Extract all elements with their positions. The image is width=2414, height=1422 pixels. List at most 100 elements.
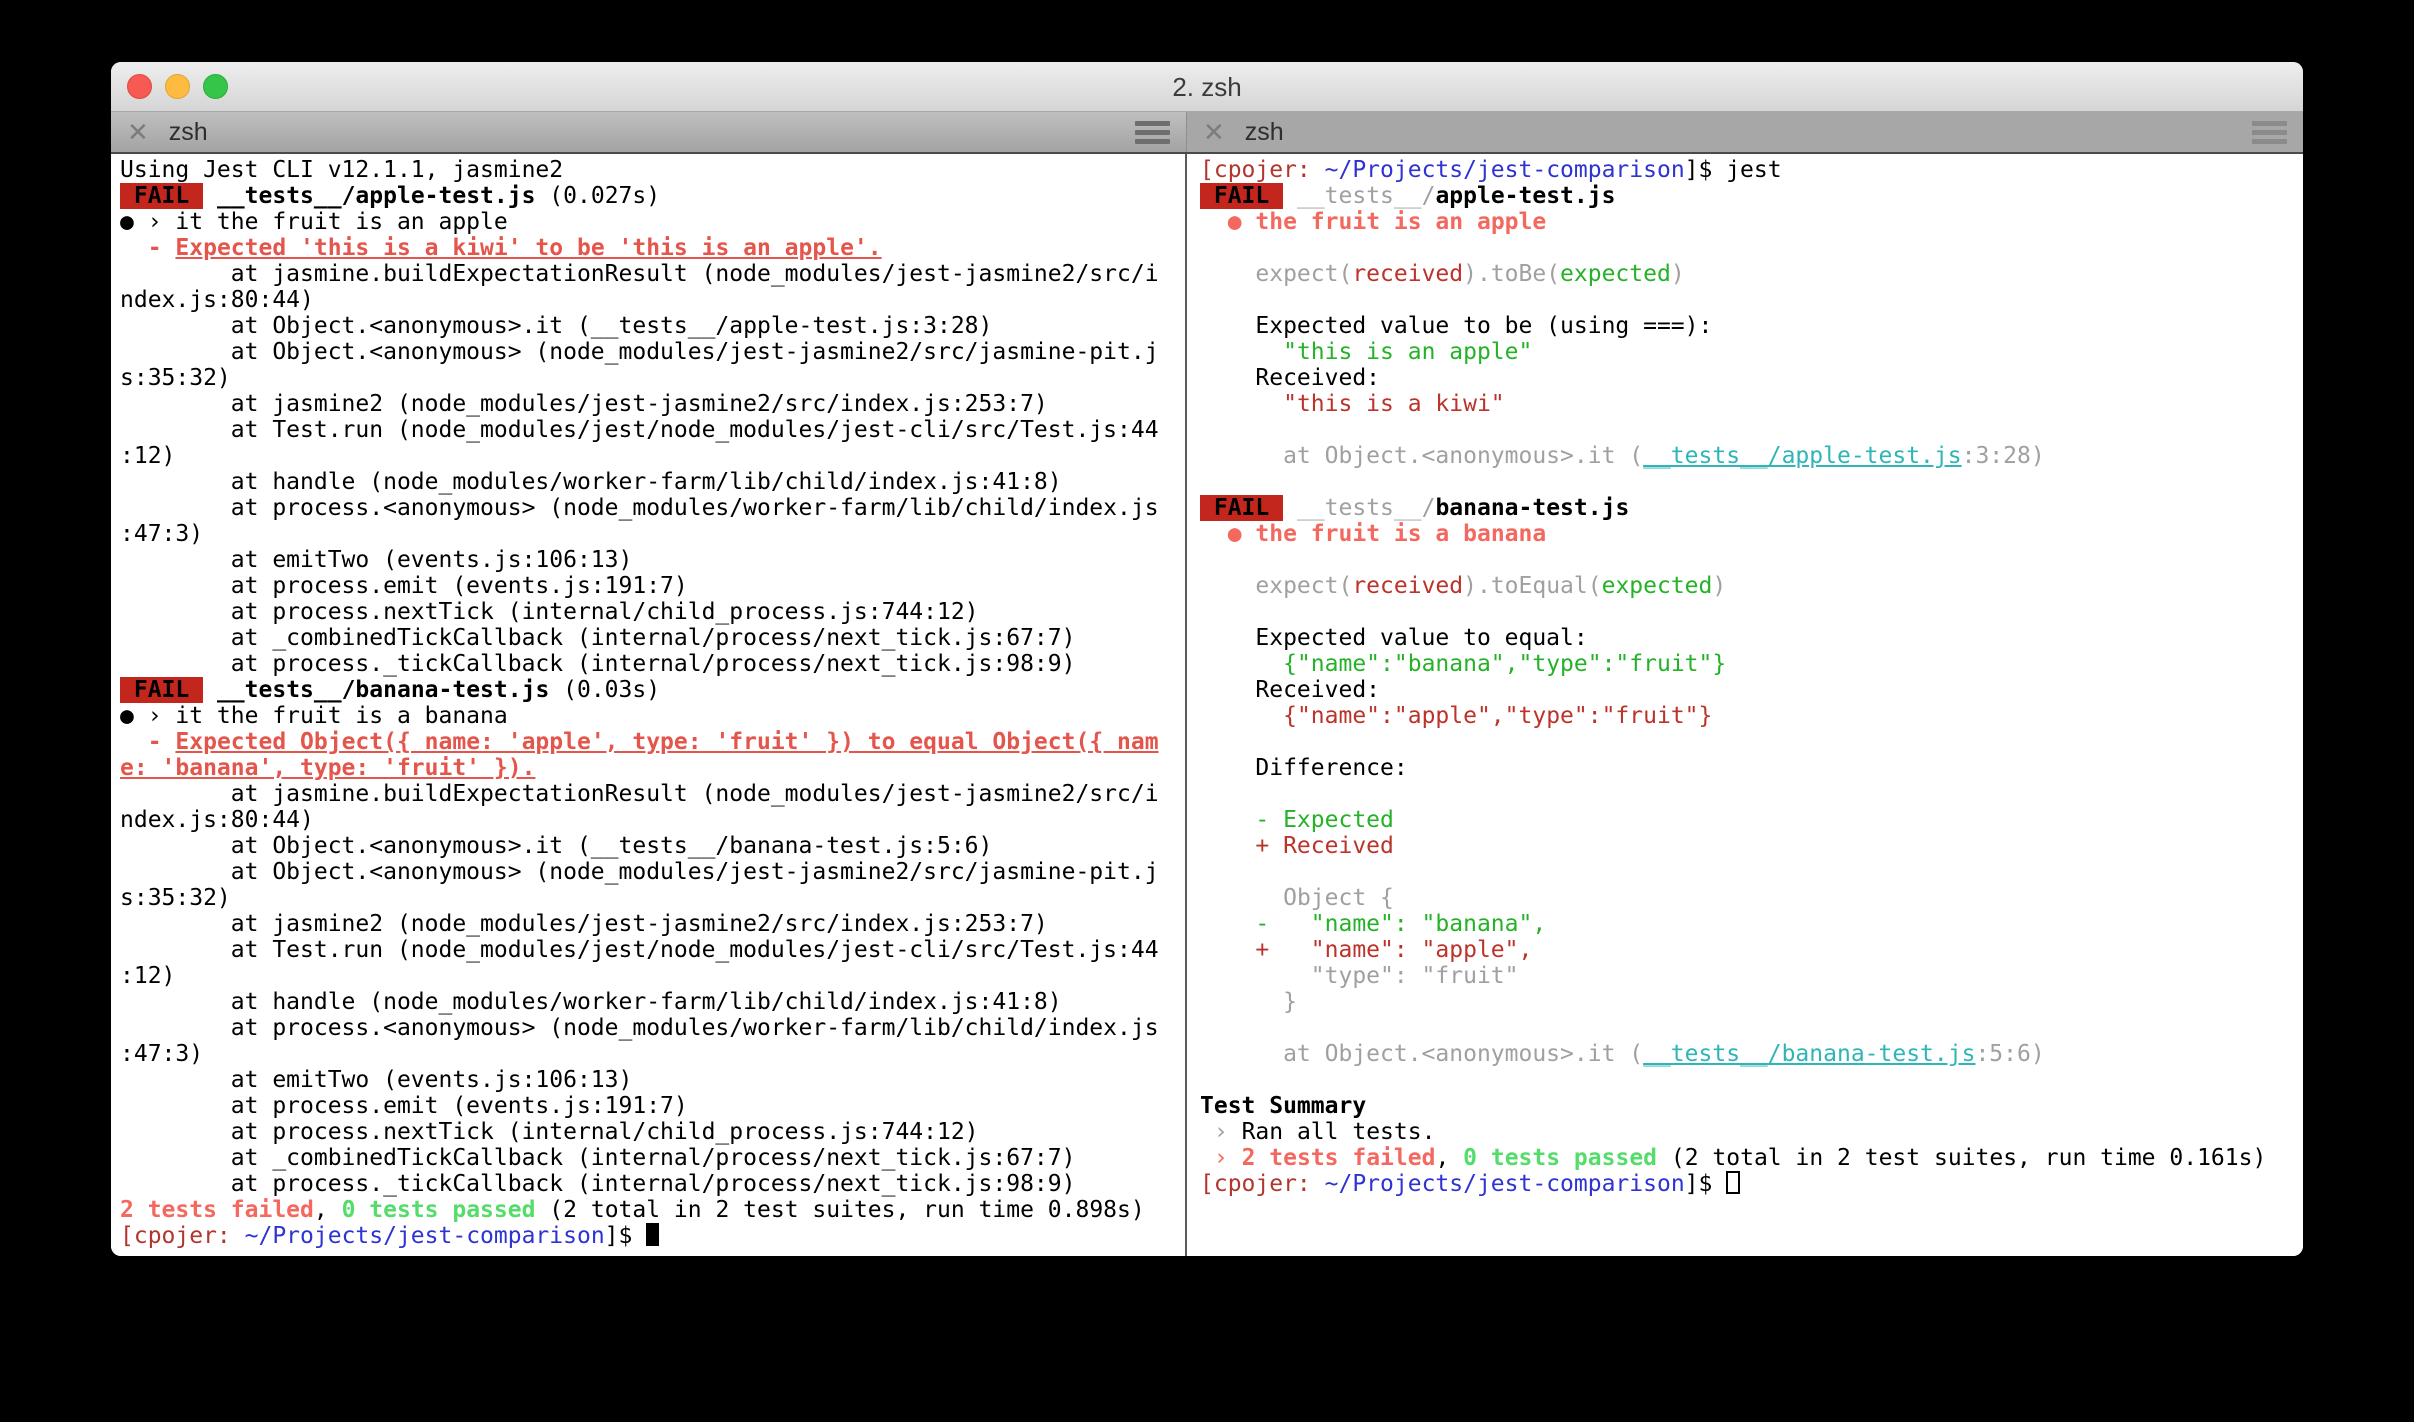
- terminal-line: at emitTwo (events.js:106:13): [120, 547, 633, 573]
- terminal-line: Received:: [1200, 677, 1381, 703]
- terminal-line: - Expected: [1255, 807, 1394, 833]
- terminal-line: {"name":"banana","type":"fruit"}: [1283, 651, 1727, 677]
- terminal-line: at jasmine2 (node_modules/jest-jasmine2/…: [120, 391, 1048, 417]
- terminal-line: at process.emit (events.js:191:7): [120, 1093, 688, 1119]
- terminal-line: FAIL __tests__/banana-test.js (0.03s): [120, 677, 661, 703]
- terminal-line: [cpojer: ~/Projects/jest-comparison]$: [120, 1223, 1185, 1249]
- terminal-line: ● › it the fruit is an apple: [120, 209, 508, 235]
- window-title: 2. zsh: [1172, 72, 1242, 102]
- terminal-line: "this is an apple": [1283, 339, 1533, 365]
- terminal-line: at _combinedTickCallback (internal/proce…: [120, 625, 1076, 651]
- terminal-line: :47:3): [120, 521, 204, 547]
- terminal-line: at Object.<anonymous>.it (__tests__/appl…: [1200, 443, 2045, 469]
- terminal-line: - Expected 'this is a kiwi' to be 'this …: [147, 235, 882, 261]
- terminal-line: FAIL __tests__/apple-test.js (0.027s): [120, 183, 661, 209]
- terminal-line: at handle (node_modules/worker-farm/lib/…: [120, 989, 1062, 1015]
- text-cursor: [646, 1223, 660, 1246]
- menu-icon[interactable]: [1135, 120, 1170, 144]
- terminal-line: e: 'banana', type: 'fruit' }).: [120, 755, 536, 781]
- terminal-line: :12): [120, 443, 176, 469]
- tab-left-zsh[interactable]: ✕ zsh: [111, 112, 1187, 152]
- terminal-line: Test Summary: [1200, 1093, 1367, 1119]
- desktop: { "window": { "title": "2. zsh" }, "tabs…: [0, 0, 2414, 1422]
- terminal-line: "this is a kiwi": [1283, 391, 1505, 417]
- terminal-line: › Ran all tests.: [1213, 1119, 1436, 1145]
- terminal-line: at process.<anonymous> (node_modules/wor…: [120, 495, 1159, 521]
- titlebar[interactable]: 2. zsh: [111, 62, 2303, 112]
- tab-bar: ✕ zsh ✕ zsh: [111, 112, 2303, 154]
- terminal-line: Object {: [1283, 885, 1394, 911]
- tab-right-zsh[interactable]: ✕ zsh: [1187, 112, 2303, 152]
- terminal-line: s:35:32): [120, 365, 231, 391]
- terminal-line: {"name":"apple","type":"fruit"}: [1283, 703, 1713, 729]
- close-tab-icon[interactable]: ✕: [127, 119, 149, 145]
- terminal-line: Expected value to be (using ===):: [1200, 313, 1713, 339]
- terminal-line: [cpojer: ~/Projects/jest-comparison]$ je…: [1200, 157, 1782, 183]
- terminal-line: Received:: [1200, 365, 1381, 391]
- terminal-line: ● › it the fruit is a banana: [120, 703, 508, 729]
- terminal-line: 2 tests failed, 0 tests passed (2 total …: [120, 1197, 1145, 1223]
- terminal-line: expect(received).toBe(expected): [1255, 261, 1685, 287]
- terminal-content: Using Jest CLI v12.1.1, jasmine2 FAIL __…: [111, 154, 2303, 1256]
- terminal-line: - "name": "banana",: [1255, 911, 1547, 937]
- tab-label: zsh: [1244, 117, 1284, 146]
- menu-icon[interactable]: [2252, 120, 2287, 144]
- terminal-line: at Object.<anonymous>.it (__tests__/appl…: [120, 313, 993, 339]
- left-terminal[interactable]: Using Jest CLI v12.1.1, jasmine2 FAIL __…: [111, 154, 1187, 1256]
- terminal-line: ● the fruit is an apple: [1227, 209, 1547, 235]
- right-terminal[interactable]: [cpojer: ~/Projects/jest-comparison]$ je…: [1187, 154, 2303, 1256]
- terminal-line: at Object.<anonymous> (node_modules/jest…: [120, 859, 1159, 885]
- terminal-line: at Object.<anonymous>.it (__tests__/bana…: [120, 833, 993, 859]
- terminal-line: FAIL __tests__/apple-test.js: [1200, 183, 1616, 209]
- terminal-line: at process.emit (events.js:191:7): [120, 573, 688, 599]
- terminal-line: at Test.run (node_modules/jest/node_modu…: [120, 417, 1159, 443]
- terminal-line: at process._tickCallback (internal/proce…: [120, 651, 1076, 677]
- terminal-line: at _combinedTickCallback (internal/proce…: [120, 1145, 1076, 1171]
- terminal-line: at emitTwo (events.js:106:13): [120, 1067, 633, 1093]
- terminal-window: 2. zsh ✕ zsh ✕ zsh Using Jest CLI v12.1.…: [111, 62, 2303, 1256]
- terminal-line: + "name": "apple",: [1255, 937, 1533, 963]
- terminal-line: Expected value to equal:: [1200, 625, 1588, 651]
- tab-label: zsh: [168, 117, 208, 146]
- terminal-line: at handle (node_modules/worker-farm/lib/…: [120, 469, 1062, 495]
- text-cursor: [1726, 1171, 1741, 1194]
- terminal-line: + Received: [1255, 833, 1394, 859]
- terminal-line: }: [1200, 989, 1297, 1015]
- terminal-line: at process._tickCallback (internal/proce…: [120, 1171, 1076, 1197]
- terminal-line: at jasmine2 (node_modules/jest-jasmine2/…: [120, 911, 1048, 937]
- terminal-line: expect(received).toEqual(expected): [1255, 573, 1727, 599]
- terminal-line: FAIL __tests__/banana-test.js: [1200, 495, 1630, 521]
- terminal-line: at jasmine.buildExpectationResult (node_…: [120, 261, 1159, 287]
- terminal-line: at jasmine.buildExpectationResult (node_…: [120, 781, 1159, 807]
- terminal-line: :47:3): [120, 1041, 204, 1067]
- terminal-line: at Test.run (node_modules/jest/node_modu…: [120, 937, 1159, 963]
- terminal-line: at Object.<anonymous>.it (__tests__/bana…: [1200, 1041, 2045, 1067]
- terminal-line: at process.nextTick (internal/child_proc…: [120, 1119, 979, 1145]
- terminal-line: Difference:: [1200, 755, 1408, 781]
- terminal-line: ndex.js:80:44): [120, 287, 314, 313]
- terminal-line: at Object.<anonymous> (node_modules/jest…: [120, 339, 1159, 365]
- terminal-line: :12): [120, 963, 176, 989]
- terminal-line: at process.<anonymous> (node_modules/wor…: [120, 1015, 1159, 1041]
- terminal-line: [cpojer: ~/Projects/jest-comparison]$: [1200, 1171, 2303, 1197]
- terminal-line: "type": "fruit": [1200, 963, 1519, 989]
- close-tab-icon[interactable]: ✕: [1203, 119, 1225, 145]
- terminal-line: ● the fruit is a banana: [1227, 521, 1547, 547]
- terminal-line: s:35:32): [120, 885, 231, 911]
- terminal-line: › 2 tests failed, 0 tests passed (2 tota…: [1213, 1145, 2267, 1171]
- terminal-line: Using Jest CLI v12.1.1, jasmine2: [120, 157, 564, 183]
- terminal-line: - Expected Object({ name: 'apple', type:…: [147, 729, 1159, 755]
- terminal-line: at process.nextTick (internal/child_proc…: [120, 599, 979, 625]
- terminal-line: ndex.js:80:44): [120, 807, 314, 833]
